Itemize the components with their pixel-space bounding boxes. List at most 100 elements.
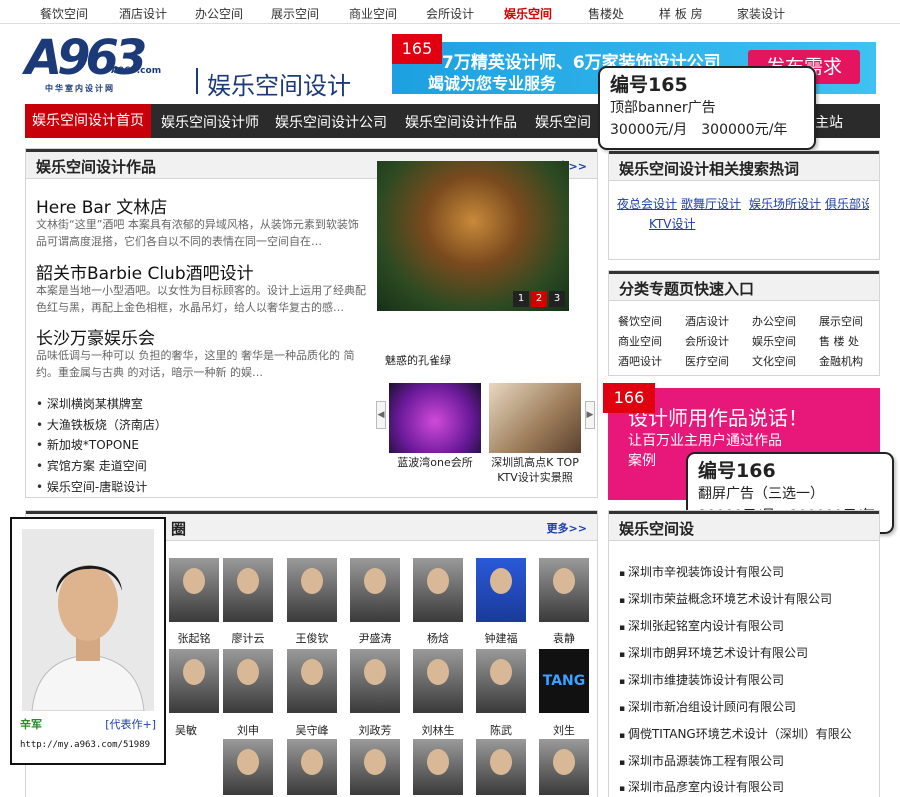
category-link[interactable]: 酒吧设计 <box>618 353 662 369</box>
nav-designers[interactable]: 娱乐空间设计师 <box>161 112 259 132</box>
category-link[interactable]: 文化空间 <box>752 353 796 369</box>
company-link[interactable]: 深圳市品彦室内设计有限公司 <box>619 778 784 795</box>
designer-avatar[interactable] <box>476 739 526 795</box>
article-title[interactable]: Here Bar 文林店 <box>36 193 167 218</box>
company-link[interactable]: 深圳市品源装饰工程有限公司 <box>619 752 784 769</box>
topnav-item[interactable]: 餐饮空间 <box>40 5 88 22</box>
category-link[interactable]: 会所设计 <box>685 333 729 349</box>
company-link[interactable]: 深圳市新冶组设计顾问有限公司 <box>619 698 796 715</box>
designer-name[interactable]: 张起铭 <box>164 630 224 646</box>
nav-works[interactable]: 娱乐空间设计作品 <box>405 112 517 132</box>
nav-companies[interactable]: 娱乐空间设计公司 <box>275 112 387 132</box>
topnav-item[interactable]: 酒店设计 <box>119 5 167 22</box>
hot-link[interactable]: 俱乐部设计 <box>825 195 869 212</box>
category-link[interactable]: 金融机构 <box>819 353 863 369</box>
designer-name[interactable]: 尹盛涛 <box>345 630 405 646</box>
company-link[interactable]: 深圳市维捷装饰设计有限公司 <box>619 671 784 688</box>
designer-avatar[interactable] <box>413 558 463 622</box>
thumb-label[interactable]: 深圳凯高点K TOP KTV设计实景照 <box>484 455 586 485</box>
company-link[interactable]: 倜傥TITANG环境艺术设计（深圳）有限公 <box>619 725 852 742</box>
designer-name[interactable]: 陈武 <box>471 722 531 738</box>
topnav-item-active[interactable]: 娱乐空间 <box>504 5 552 22</box>
company-logo-tile[interactable]: TANG <box>539 649 589 713</box>
designer-avatar[interactable] <box>350 649 400 713</box>
company-link[interactable]: 深圳市辛视装饰设计有限公司 <box>619 563 784 580</box>
thumb-label[interactable]: 蓝波湾one会所 <box>389 455 481 470</box>
hot-link[interactable]: 夜总会设计 <box>617 195 677 212</box>
hot-link[interactable]: 歌舞厅设计 <box>681 195 741 212</box>
hot-link[interactable]: KTV设计 <box>649 215 695 232</box>
designer-avatar[interactable] <box>287 739 337 795</box>
nav-more[interactable]: 娱乐空间 <box>535 112 591 132</box>
topnav-item[interactable]: 会所设计 <box>426 5 474 22</box>
category-link[interactable]: 商业空间 <box>618 333 662 349</box>
logo-tagline: 中华室内设计网 <box>45 84 115 93</box>
designer-avatar[interactable] <box>476 649 526 713</box>
topnav-item[interactable]: 展示空间 <box>271 5 319 22</box>
designer-name[interactable]: 王俊钦 <box>282 630 342 646</box>
designer-name[interactable]: 刘林生 <box>408 722 468 738</box>
designer-name[interactable]: 杨焓 <box>408 630 468 646</box>
list-item[interactable]: 娱乐空间-唐聪设计 <box>36 478 147 495</box>
designer-popup-name[interactable]: 辛军 <box>20 716 42 732</box>
designer-avatar[interactable] <box>413 649 463 713</box>
topnav-item[interactable]: 样 板 房 <box>659 5 703 22</box>
list-item[interactable]: 大渔铁板烧（济南店） <box>36 416 167 433</box>
designer-avatar[interactable] <box>476 558 526 622</box>
designer-name[interactable]: 刘生 <box>534 722 594 738</box>
nav-main-site[interactable]: 主站 <box>815 112 843 132</box>
designer-name[interactable]: 刘政芳 <box>345 722 405 738</box>
category-link[interactable]: 医疗空间 <box>685 353 729 369</box>
designers-more-link[interactable]: 更多>> <box>547 520 587 536</box>
designer-photo[interactable] <box>22 529 154 712</box>
category-link[interactable]: 娱乐空间 <box>752 333 796 349</box>
category-link[interactable]: 展示空间 <box>819 313 863 329</box>
topnav-item[interactable]: 办公空间 <box>195 5 243 22</box>
designer-avatar[interactable] <box>223 558 273 622</box>
topnav-item[interactable]: 商业空间 <box>349 5 397 22</box>
slide-page[interactable]: 1 <box>513 291 529 307</box>
topnav-item[interactable]: 家装设计 <box>737 5 785 22</box>
category-link[interactable]: 办公空间 <box>752 313 796 329</box>
representative-works-link[interactable]: [代表作+] <box>105 716 156 732</box>
topnav-item[interactable]: 售楼处 <box>588 5 624 22</box>
next-arrow-icon[interactable]: ▶ <box>585 401 595 429</box>
company-link[interactable]: 深圳市荣益概念环境艺术设计有限公司 <box>619 590 832 607</box>
slide-page[interactable]: 3 <box>549 291 565 307</box>
designer-avatar[interactable] <box>287 649 337 713</box>
list-item[interactable]: 新加坡*TOPONE <box>36 436 139 453</box>
category-link[interactable]: 售 楼 处 <box>819 333 859 349</box>
designer-avatar[interactable] <box>169 558 219 622</box>
designer-avatar[interactable] <box>169 649 219 713</box>
company-link[interactable]: 深圳市朗昇环境艺术设计有限公司 <box>619 644 808 661</box>
designer-url[interactable]: http://my.a963.com/51989 <box>20 740 150 750</box>
nav-home[interactable]: 娱乐空间设计首页 <box>25 104 151 138</box>
designer-name[interactable]: 刘申 <box>218 722 278 738</box>
designer-avatar[interactable] <box>223 739 273 795</box>
designer-name[interactable]: 钟建福 <box>471 630 531 646</box>
thumb-image[interactable] <box>389 383 481 453</box>
article-title[interactable]: 长沙万豪娱乐会 <box>36 324 155 349</box>
category-link[interactable]: 酒店设计 <box>685 313 729 329</box>
designer-avatar[interactable] <box>413 739 463 795</box>
designer-avatar[interactable] <box>350 558 400 622</box>
article-title[interactable]: 韶关市Barbie Club酒吧设计 <box>36 259 254 284</box>
thumb-image[interactable] <box>489 383 581 453</box>
featured-image[interactable]: 123 <box>377 161 569 311</box>
designer-name[interactable]: 吴守峰 <box>282 722 342 738</box>
list-item[interactable]: 宾馆方案 走道空间 <box>36 457 147 474</box>
designer-avatar[interactable] <box>539 739 589 795</box>
designer-avatar[interactable] <box>223 649 273 713</box>
prev-arrow-icon[interactable]: ◀ <box>376 401 386 429</box>
designer-avatar[interactable] <box>350 739 400 795</box>
designer-avatar[interactable] <box>539 558 589 622</box>
designer-avatar[interactable] <box>287 558 337 622</box>
designer-name[interactable]: 廖计云 <box>218 630 278 646</box>
category-link[interactable]: 餐饮空间 <box>618 313 662 329</box>
slide-page-active[interactable]: 2 <box>531 291 547 307</box>
site-logo[interactable]: A963 A963.com 中华室内设计网 <box>25 30 191 98</box>
designer-name[interactable]: 袁静 <box>534 630 594 646</box>
hot-link[interactable]: 娱乐场所设计 <box>749 195 821 212</box>
list-item[interactable]: 深圳横岗某棋牌室 <box>36 395 143 412</box>
company-link[interactable]: 深圳张起铭室内设计有限公司 <box>619 617 784 634</box>
